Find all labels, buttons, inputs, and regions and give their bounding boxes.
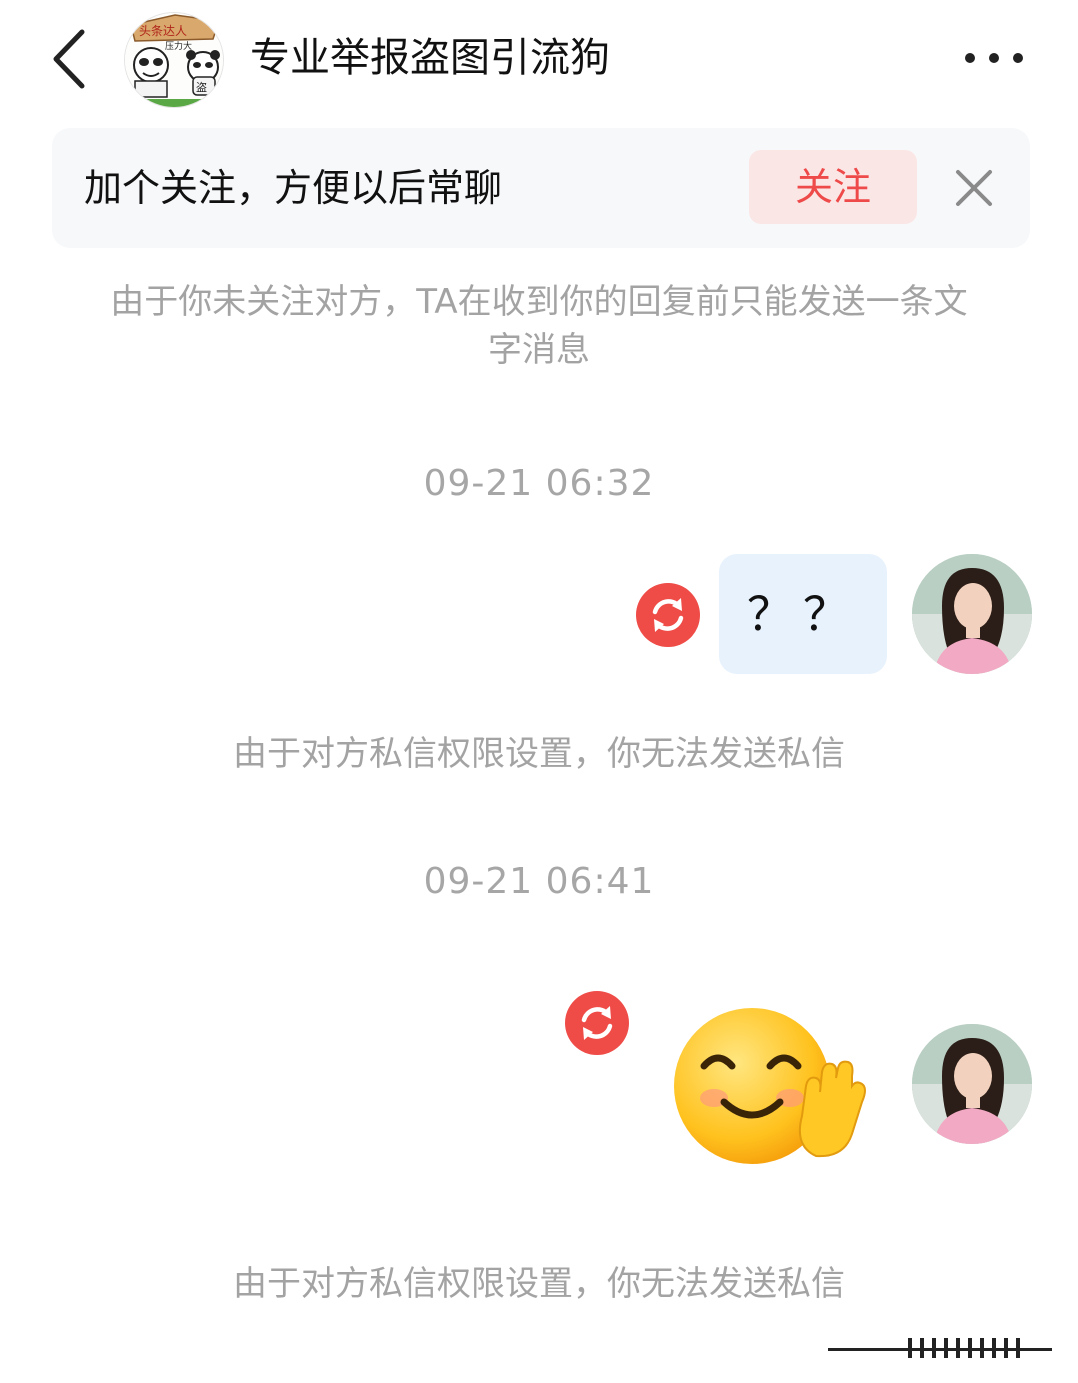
follow-prompt-text: 加个关注，方便以后常聊 [84, 166, 503, 210]
permission-notice: 由于对方私信权限设置，你无法发送私信 [233, 734, 845, 774]
follow-button[interactable]: 关注 [749, 150, 917, 224]
my-avatar[interactable] [912, 554, 1032, 674]
close-icon [956, 170, 992, 206]
retry-icon [636, 583, 700, 647]
panda-meme-avatar-icon: 头条达人 压力大 盗 [125, 13, 223, 107]
message-bubble[interactable]: ？？ [719, 554, 887, 674]
avatar-steal-char: 盗 [196, 81, 207, 94]
user-portrait-icon [912, 554, 1032, 674]
avatar-sign-subtext: 压力大 [165, 40, 192, 52]
contact-avatar[interactable]: 头条达人 压力大 盗 [124, 12, 224, 108]
chat-header: 头条达人 压力大 盗 专业举报盗图引流狗 [0, 0, 1078, 118]
message-timestamp: 09-21 06:32 [423, 463, 655, 504]
back-button[interactable] [40, 24, 104, 94]
chevron-left-icon [53, 29, 85, 89]
resend-failed-icon[interactable] [635, 582, 701, 648]
chat-screen: 头条达人 压力大 盗 专业举报盗图引流狗 加个关注，方便以后常聊 关注 由于你未… [0, 0, 1078, 1383]
user-portrait-icon [912, 1024, 1032, 1144]
close-banner-button[interactable] [952, 166, 996, 210]
message-timestamp: 09-21 06:41 [423, 861, 655, 902]
smiling-waving-emoji-icon [674, 1008, 866, 1164]
resend-failed-icon[interactable] [564, 990, 630, 1056]
follow-banner: 加个关注，方便以后常聊 关注 [52, 128, 1030, 248]
home-bar-icon [828, 1338, 1052, 1358]
more-dots-icon [965, 53, 1023, 63]
my-avatar[interactable] [912, 1024, 1032, 1144]
more-options-button[interactable] [958, 40, 1028, 76]
retry-icon [565, 991, 629, 1055]
permission-notice: 由于对方私信权限设置，你无法发送私信 [233, 1264, 845, 1304]
chat-title[interactable]: 专业举报盗图引流狗 [250, 32, 610, 84]
waving-smile-sticker[interactable] [666, 1006, 872, 1166]
home-indicator[interactable] [828, 1336, 1052, 1360]
follow-limit-notice: 由于你未关注对方，TA在收到你的回复前只能发送一条文字消息 [110, 282, 968, 370]
avatar-sign-text: 头条达人 [139, 24, 187, 38]
